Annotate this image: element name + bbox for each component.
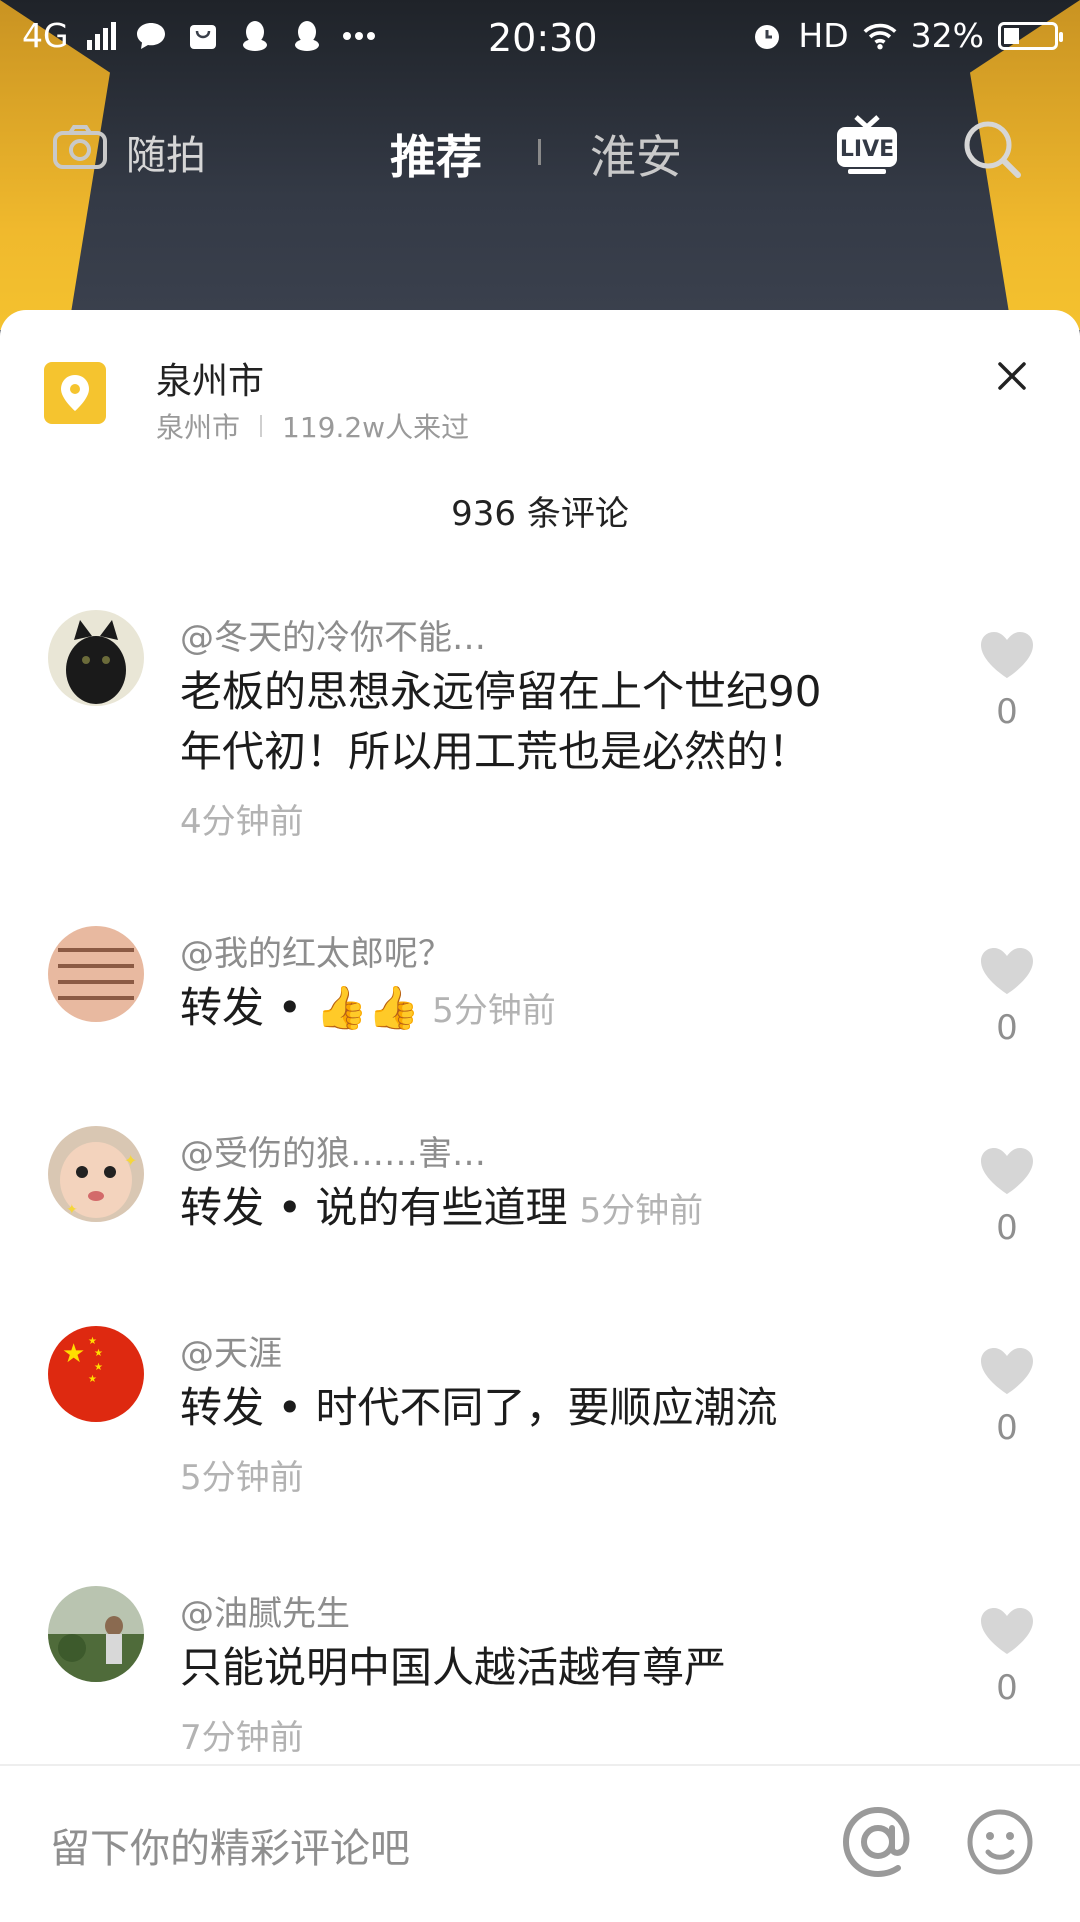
comment-text: 转发 • 👍👍 5分钟前 bbox=[180, 978, 900, 1041]
avatar[interactable] bbox=[48, 610, 144, 706]
heart-icon bbox=[979, 1348, 1035, 1400]
svg-text:✦: ✦ bbox=[124, 1151, 137, 1170]
heart-icon bbox=[979, 632, 1035, 684]
signal-icon bbox=[86, 21, 116, 50]
comment-username[interactable]: @我的红太郎呢？ bbox=[180, 926, 452, 975]
comment-time: 5分钟前 bbox=[579, 1191, 704, 1231]
like-count: 0 bbox=[996, 1008, 1018, 1048]
like-button[interactable]: 0 bbox=[976, 946, 1038, 1048]
wifi-icon bbox=[863, 19, 897, 53]
comment-sheet: 泉州市 泉州市 119.2w人来过 936 条评论 @冬天的冷你不能… 老板的思… bbox=[0, 310, 1080, 1920]
like-count: 0 bbox=[996, 692, 1018, 732]
avatar[interactable]: ★ ★ ★ ★ ★ bbox=[48, 1326, 144, 1422]
avatar[interactable] bbox=[48, 926, 144, 1022]
comment-input[interactable]: 留下你的精彩评论吧 bbox=[50, 1816, 410, 1874]
comment-text: 老板的思想永远停留在上个世纪90 年代初！所以用工荒也是必然的！ bbox=[180, 662, 900, 782]
svg-text:LIVE: LIVE bbox=[840, 137, 894, 162]
emoji-button[interactable] bbox=[964, 1806, 1036, 1882]
status-bar: 4G 20:30 HD 32% bbox=[0, 0, 1080, 70]
like-button[interactable]: 0 bbox=[976, 1146, 1038, 1248]
comment-count: 936 条评论 bbox=[451, 494, 629, 534]
comment-username[interactable]: @受伤的狼……害… bbox=[180, 1126, 486, 1175]
comment-time: 5分钟前 bbox=[432, 991, 556, 1031]
comment-username[interactable]: @天涯 bbox=[180, 1326, 282, 1375]
smiley-icon bbox=[964, 1809, 1036, 1882]
location-pin-icon bbox=[44, 362, 106, 424]
location-title[interactable]: 泉州市 bbox=[156, 352, 264, 404]
search-icon bbox=[960, 117, 1024, 185]
svg-text:★: ★ bbox=[94, 1348, 103, 1359]
comment-text-body: 转发 • 👍👍 bbox=[180, 983, 421, 1032]
comment-input-bar: 留下你的精彩评论吧 bbox=[0, 1764, 1080, 1922]
live-tv-icon: LIVE bbox=[834, 111, 900, 181]
heart-icon bbox=[979, 1148, 1035, 1200]
camera-label: 随拍 bbox=[126, 133, 206, 179]
comment-text-line: 老板的思想永远停留在上个世纪90 bbox=[180, 667, 822, 716]
like-count: 0 bbox=[996, 1408, 1018, 1448]
svg-text:★: ★ bbox=[88, 1374, 97, 1385]
like-button[interactable]: 0 bbox=[976, 1346, 1038, 1448]
subtitle-divider bbox=[260, 415, 263, 437]
avatar[interactable]: ✦ ✦ bbox=[48, 1126, 144, 1222]
at-icon bbox=[842, 1806, 914, 1882]
battery-percent: 32% bbox=[910, 16, 984, 55]
shopping-bag-icon bbox=[186, 19, 220, 53]
close-button[interactable] bbox=[984, 350, 1040, 406]
tab-recommend[interactable]: 推荐 bbox=[390, 121, 482, 187]
svg-text:✦: ✦ bbox=[66, 1202, 78, 1218]
search-button[interactable] bbox=[960, 117, 1024, 185]
comment-text: 转发 • 说的有些道理 5分钟前 bbox=[180, 1178, 900, 1241]
svg-text:★: ★ bbox=[62, 1339, 85, 1369]
comment-text: 转发 • 时代不同了，要顺应潮流 bbox=[180, 1383, 778, 1432]
comment-time: 4分钟前 bbox=[180, 802, 304, 842]
location-city: 泉州市 bbox=[156, 411, 241, 444]
close-icon bbox=[996, 360, 1028, 396]
like-count: 0 bbox=[996, 1668, 1018, 1708]
more-icon bbox=[342, 19, 376, 53]
clock: 20:30 bbox=[488, 16, 598, 60]
comment-time: 7分钟前 bbox=[180, 1718, 304, 1758]
comment-text: 只能说明中国人越活越有尊严 bbox=[180, 1643, 727, 1692]
hd-label: HD bbox=[798, 16, 849, 55]
like-button[interactable]: 0 bbox=[976, 1606, 1038, 1708]
header-background: 4G 20:30 HD 32% 随拍 推荐 淮安 LIVE bbox=[0, 0, 1080, 330]
svg-text:★: ★ bbox=[88, 1336, 97, 1347]
comment-username[interactable]: @油腻先生 bbox=[180, 1586, 350, 1635]
chat-icon bbox=[134, 19, 168, 53]
live-button[interactable]: LIVE bbox=[834, 111, 900, 181]
top-nav: 随拍 推荐 淮安 LIVE bbox=[0, 105, 1080, 195]
alarm-icon bbox=[750, 19, 784, 53]
tab-divider bbox=[538, 139, 541, 165]
heart-icon bbox=[979, 948, 1035, 1000]
camera-icon bbox=[52, 124, 108, 180]
qq-icon bbox=[238, 19, 272, 53]
mention-button[interactable] bbox=[842, 1806, 914, 1882]
like-button[interactable]: 0 bbox=[976, 630, 1038, 732]
battery-icon bbox=[998, 21, 1063, 50]
qq-icon-2 bbox=[290, 19, 324, 53]
comment-text-body: 转发 • 说的有些道理 bbox=[180, 1183, 568, 1232]
heart-icon bbox=[979, 1608, 1035, 1660]
tab-local[interactable]: 淮安 bbox=[590, 121, 682, 187]
camera-button[interactable]: 随拍 bbox=[52, 123, 206, 181]
comment-time: 5分钟前 bbox=[180, 1458, 304, 1498]
comment-username[interactable]: @冬天的冷你不能… bbox=[180, 610, 486, 659]
network-type: 4G bbox=[22, 16, 69, 55]
location-visits: 119.2w人来过 bbox=[282, 411, 470, 444]
svg-text:★: ★ bbox=[94, 1362, 103, 1373]
like-count: 0 bbox=[996, 1208, 1018, 1248]
comment-text-line: 年代初！所以用工荒也是必然的！ bbox=[180, 727, 811, 776]
avatar[interactable] bbox=[48, 1586, 144, 1682]
location-subtitle: 泉州市 119.2w人来过 bbox=[156, 406, 469, 446]
